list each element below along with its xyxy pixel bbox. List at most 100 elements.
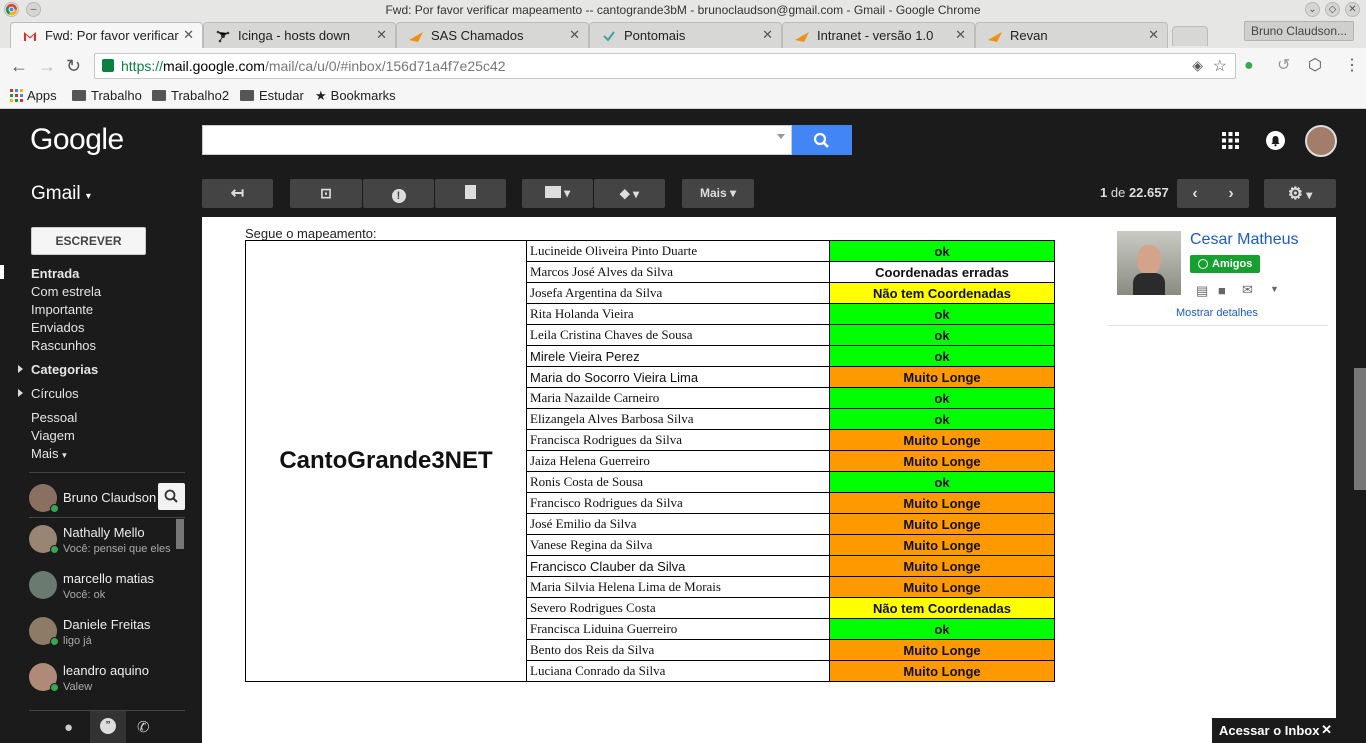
chat-contact[interactable]: Daniele Freitas ligo já: [29, 615, 189, 655]
extension-leaf-icon[interactable]: ●: [1244, 56, 1254, 76]
search-options-icon[interactable]: [777, 134, 785, 139]
tab-intranet[interactable]: Intranet - versão 1.0 ✕: [782, 22, 975, 48]
notifications-bell-icon[interactable]: [1266, 131, 1285, 150]
tab-gmail[interactable]: Fwd: Por favor verificar ✕: [10, 22, 203, 48]
contact-photo[interactable]: [1117, 231, 1181, 295]
bookmark-apps[interactable]: Apps: [10, 88, 57, 103]
hangouts-tab[interactable]: ”: [90, 711, 126, 743]
bookmark-label: Estudar: [259, 88, 304, 103]
pager-start: 1: [1100, 185, 1108, 200]
archive-button[interactable]: ⊡: [290, 179, 362, 208]
gear-icon: ⚙: [1287, 184, 1303, 203]
chevron-left-icon[interactable]: ‹: [1177, 179, 1213, 208]
close-tab-icon[interactable]: ✕: [955, 27, 966, 43]
close-tab-icon[interactable]: ✕: [569, 27, 580, 43]
close-tab-icon[interactable]: ✕: [376, 27, 387, 43]
chat-contact[interactable]: marcello matias Você: ok: [29, 569, 189, 609]
chat-icon[interactable]: ▤: [1196, 283, 1208, 299]
nav-enviados[interactable]: Enviados: [31, 320, 84, 335]
tab-revan[interactable]: Revan ✕: [975, 22, 1168, 48]
nav-com-estrela[interactable]: Com estrela: [31, 284, 101, 299]
account-avatar[interactable]: [1305, 125, 1337, 157]
nav-circulos[interactable]: Círculos: [18, 386, 79, 401]
minimize-button[interactable]: ⌄: [1305, 2, 1320, 17]
star-icon: ★: [315, 88, 327, 103]
nav-rascunhos[interactable]: Rascunhos: [31, 338, 96, 353]
menu-dots-icon[interactable]: ⋮: [1344, 56, 1360, 76]
forward-icon[interactable]: →: [38, 56, 56, 76]
video-icon[interactable]: ■: [1218, 283, 1226, 298]
online-status-icon: [50, 545, 59, 554]
mail-icon[interactable]: ✉: [1242, 282, 1253, 298]
more-label: Mais: [699, 186, 727, 200]
bookmark-trabalho2[interactable]: Trabalho2: [152, 88, 229, 103]
new-tab-button[interactable]: [1172, 26, 1208, 46]
show-details-link[interactable]: Mostrar detalhes: [1176, 307, 1258, 319]
back-to-inbox-button[interactable]: ↤: [202, 179, 273, 208]
nav-mais[interactable]: Mais ▾: [31, 446, 67, 461]
status-cell: Não tem Coordenadas: [829, 282, 1055, 304]
person-icon[interactable]: ●: [64, 719, 73, 736]
nav-categorias[interactable]: Categorias: [18, 362, 98, 377]
gmail-icon: [24, 32, 36, 41]
access-inbox-button[interactable]: Acessar o Inbox ✕: [1212, 718, 1340, 743]
tab-icinga[interactable]: Icinga - hosts down ✕: [203, 22, 396, 48]
bookmark-estudar[interactable]: Estudar: [240, 88, 304, 103]
close-tab-icon[interactable]: ✕: [762, 27, 773, 43]
eye-icon[interactable]: ◈: [1192, 57, 1203, 74]
chat-contact[interactable]: leandro aquino Valew: [29, 661, 189, 701]
status-cell: ok: [829, 471, 1055, 493]
contact-name[interactable]: Cesar Matheus: [1190, 231, 1299, 249]
settings-button[interactable]: ⚙ ▾: [1264, 179, 1336, 208]
bookmark-bookmarks[interactable]: ★ Bookmarks: [315, 88, 396, 104]
chat-contact[interactable]: Nathally Mello Você: pensei que eles: [29, 523, 189, 563]
close-tab-icon[interactable]: ✕: [1148, 27, 1159, 43]
page-scrollbar[interactable]: [1354, 368, 1366, 490]
search-button[interactable]: [792, 125, 852, 155]
phone-icon[interactable]: ✆: [137, 718, 150, 736]
bookmark-label: Trabalho: [91, 88, 142, 103]
status-cell: Muito Longe: [829, 534, 1055, 556]
move-to-button[interactable]: ▾: [522, 179, 593, 208]
tab-strip: Fwd: Por favor verificar ✕ Icinga - host…: [0, 20, 1366, 48]
history-icon[interactable]: ↺: [1277, 56, 1290, 76]
reload-icon[interactable]: ↻: [66, 56, 81, 76]
gmail-action-bar: Gmail ▾ ↤ ⊡ ! ▾ ⬥ ▾ Mais ▾ 1 de 22.657 ‹…: [0, 171, 1366, 217]
profile-button[interactable]: Bruno Claudson...: [1243, 21, 1354, 41]
nav-importante[interactable]: Importante: [31, 302, 93, 317]
labels-button[interactable]: ⬥ ▾: [594, 179, 665, 208]
chat-search-button[interactable]: [158, 483, 185, 510]
tab-pontomais[interactable]: Pontomais ✕: [589, 22, 782, 48]
cube-icon[interactable]: ⬡: [1308, 56, 1322, 76]
bookmark-trabalho[interactable]: Trabalho: [72, 88, 142, 103]
chat-name: leandro aquino: [63, 663, 150, 678]
back-icon[interactable]: ←: [10, 56, 28, 76]
access-inbox-label: Acessar o Inbox: [1219, 723, 1320, 738]
apps-grid-icon[interactable]: [1222, 132, 1239, 149]
google-logo[interactable]: Google: [30, 123, 124, 157]
compose-button[interactable]: ESCREVER: [31, 227, 146, 255]
folder-icon: [240, 90, 254, 101]
status-cell: Muito Longe: [829, 429, 1055, 451]
tab-label: Intranet - versão 1.0: [817, 28, 934, 43]
nav-entrada[interactable]: Entrada: [31, 266, 79, 281]
chevron-down-icon[interactable]: ▼: [1270, 284, 1279, 294]
more-button[interactable]: Mais ▾: [682, 179, 754, 208]
nav-pessoal[interactable]: Pessoal: [31, 410, 77, 425]
online-status-icon: [50, 637, 59, 646]
nav-viagem[interactable]: Viagem: [31, 428, 75, 443]
circle-badge[interactable]: Amigos: [1190, 255, 1261, 273]
tab-sas-chamados[interactable]: SAS Chamados ✕: [396, 22, 589, 48]
status-cell: Muito Longe: [829, 492, 1055, 514]
delete-button[interactable]: [435, 179, 506, 208]
address-bar[interactable]: https://mail.google.com/mail/ca/u/0/#inb…: [94, 53, 1236, 79]
search-input[interactable]: [202, 125, 792, 155]
close-window-button[interactable]: ✕: [1345, 2, 1360, 17]
maximize-button[interactable]: ◇: [1325, 2, 1340, 17]
star-icon[interactable]: ☆: [1213, 56, 1227, 76]
close-tab-icon[interactable]: ✕: [183, 27, 194, 43]
close-icon[interactable]: ✕: [1321, 722, 1332, 738]
report-spam-button[interactable]: !: [363, 179, 434, 208]
gmail-menu[interactable]: Gmail ▾: [31, 183, 91, 205]
chevron-right-icon[interactable]: ›: [1213, 179, 1249, 208]
